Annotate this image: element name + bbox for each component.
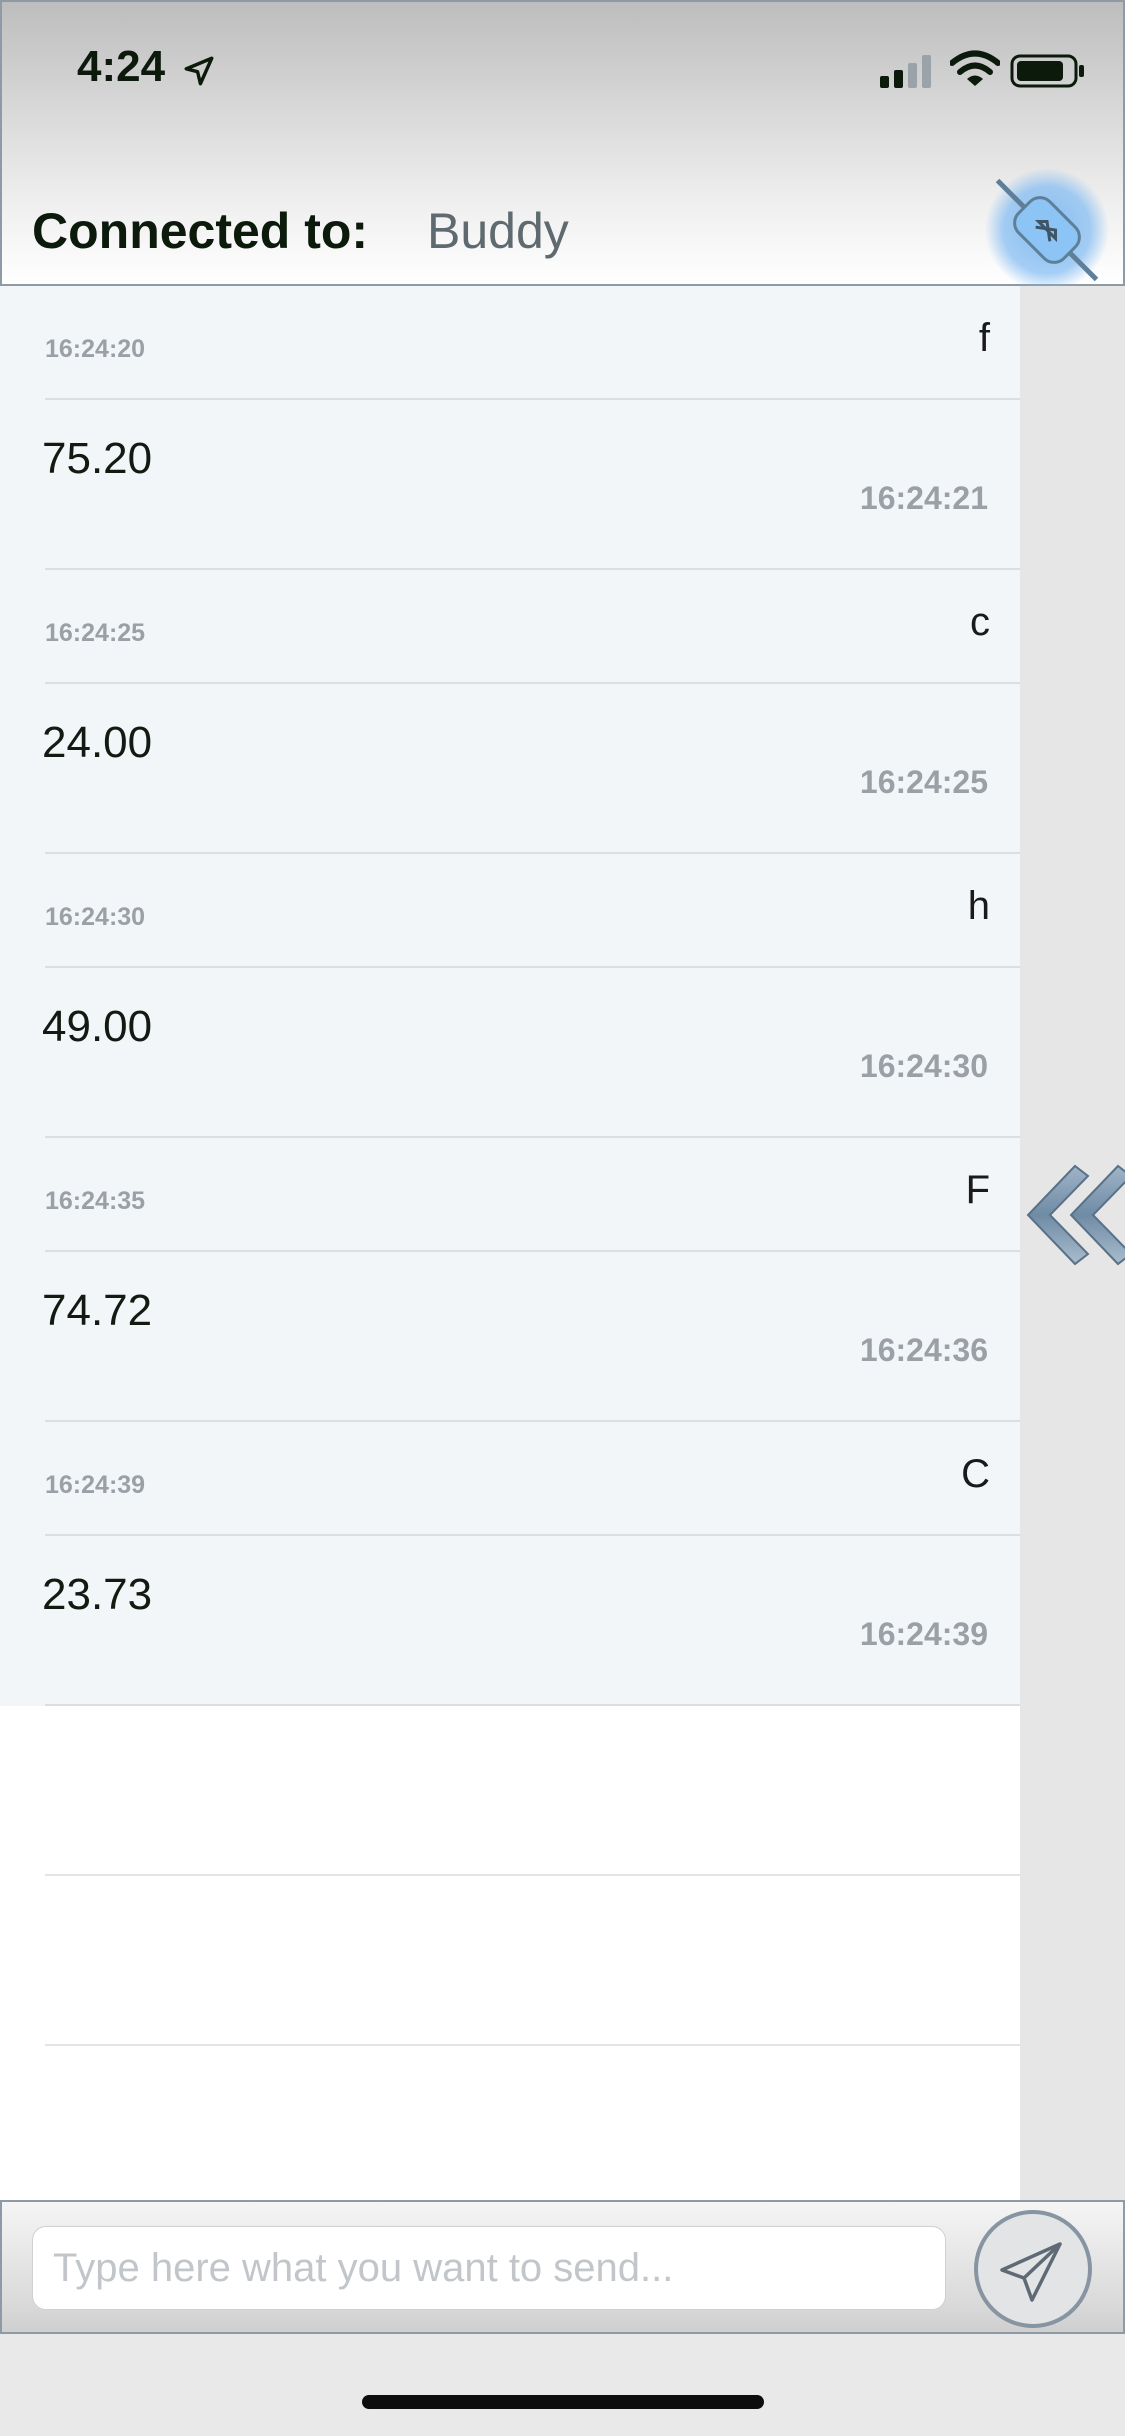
paper-plane-icon bbox=[974, 2210, 1092, 2328]
disconnect-plug-button[interactable] bbox=[985, 150, 1125, 292]
status-time: 4:24 bbox=[77, 42, 166, 91]
empty-list-row bbox=[0, 1876, 1020, 2046]
sent-message-row: 16:24:20 f bbox=[0, 286, 1020, 400]
send-button[interactable] bbox=[972, 2208, 1094, 2330]
sent-message-row: 16:24:30 h bbox=[0, 854, 1020, 968]
received-timestamp: 16:24:39 bbox=[859, 1616, 988, 1652]
sent-message-text: F bbox=[965, 1168, 990, 1212]
sent-timestamp: 16:24:25 bbox=[45, 619, 146, 647]
connected-to-label: Connected to: bbox=[32, 203, 369, 259]
sent-timestamp: 16:24:20 bbox=[45, 335, 146, 363]
header-bar: 4:24 Connected to: Buddy bbox=[0, 0, 1125, 286]
sent-message-text: c bbox=[970, 600, 990, 644]
cellular-signal-icon bbox=[880, 55, 931, 88]
received-message-text: 75.20 bbox=[42, 434, 153, 483]
received-message-row: 74.72 16:24:36 bbox=[0, 1252, 1020, 1422]
double-chevron-left-icon bbox=[1026, 1164, 1125, 1266]
received-timestamp: 16:24:21 bbox=[859, 480, 988, 516]
collapse-panel-button[interactable] bbox=[1020, 1160, 1125, 1270]
received-timestamp: 16:24:25 bbox=[859, 764, 988, 800]
battery-icon bbox=[1010, 54, 1084, 88]
received-message-row: 23.73 16:24:39 bbox=[0, 1536, 1020, 1706]
received-message-text: 74.72 bbox=[42, 1286, 153, 1335]
sent-message-row: 16:24:25 c bbox=[0, 570, 1020, 684]
home-indicator bbox=[362, 2395, 764, 2409]
received-message-row: 75.20 16:24:21 bbox=[0, 400, 1020, 570]
sent-message-text: f bbox=[978, 316, 990, 360]
received-timestamp: 16:24:30 bbox=[859, 1048, 988, 1084]
connected-device-name: Buddy bbox=[427, 203, 569, 259]
wifi-icon bbox=[950, 50, 1000, 86]
sent-message-text: h bbox=[967, 884, 990, 928]
location-arrow-icon bbox=[184, 56, 214, 86]
sent-timestamp: 16:24:35 bbox=[45, 1187, 146, 1215]
received-message-text: 23.73 bbox=[42, 1570, 153, 1619]
sent-message-text: C bbox=[961, 1452, 990, 1496]
message-input[interactable] bbox=[32, 2226, 946, 2310]
bluetooth-plug-icon bbox=[985, 168, 1109, 292]
sent-message-row: 16:24:35 F bbox=[0, 1138, 1020, 1252]
sent-timestamp: 16:24:39 bbox=[45, 1471, 146, 1499]
empty-list-row bbox=[0, 1706, 1020, 1876]
received-message-text: 49.00 bbox=[42, 1002, 153, 1051]
compose-bar bbox=[0, 2200, 1125, 2334]
sent-message-row: 16:24:39 C bbox=[0, 1422, 1020, 1536]
received-timestamp: 16:24:36 bbox=[859, 1332, 988, 1368]
received-message-row: 49.00 16:24:30 bbox=[0, 968, 1020, 1138]
received-message-row: 24.00 16:24:25 bbox=[0, 684, 1020, 854]
message-list[interactable]: 16:24:20 f 75.20 16:24:21 16:24:25 c 24.… bbox=[0, 286, 1020, 2200]
sent-timestamp: 16:24:30 bbox=[45, 903, 146, 931]
received-message-text: 24.00 bbox=[42, 718, 153, 767]
